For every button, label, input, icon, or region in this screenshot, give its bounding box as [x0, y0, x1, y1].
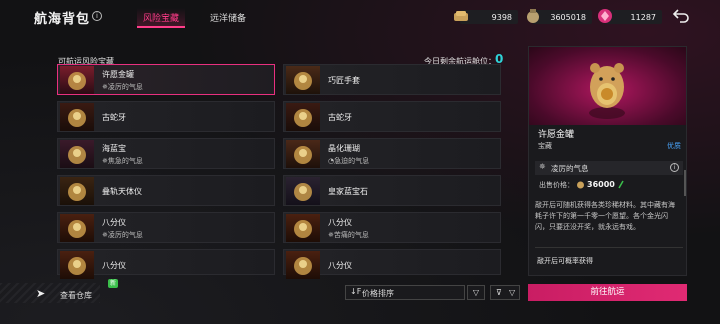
item-name: 八分仪: [328, 261, 352, 270]
item-name: 八分仪: [102, 218, 126, 227]
sort-label: 价格排序: [362, 289, 394, 298]
filter-dropdown-icon: ▽: [509, 288, 516, 297]
item-name: 巧匠手套: [328, 76, 360, 85]
tab-risk-treasure[interactable]: 风险宝藏: [136, 8, 186, 28]
gold-bar-icon: [454, 11, 468, 21]
detail-description: 敲开后可随机获得各类珍稀材料。其中藏有海耗子许下的第一千零一个愿望。各个金光闪闪…: [535, 201, 675, 231]
item-thumbnail: [60, 214, 94, 242]
item-thumbnail: [60, 177, 94, 205]
item-thumbnail: [60, 251, 94, 279]
item-thumbnail: [286, 177, 320, 205]
divider: [535, 247, 683, 248]
back-icon[interactable]: [672, 8, 690, 24]
item-thumbnail: [286, 251, 320, 279]
info-icon[interactable]: i: [92, 11, 102, 21]
item-card[interactable]: 八分仪 ✵苦痛的气息: [283, 212, 501, 243]
detail-rarity: 优质: [667, 142, 681, 150]
item-aura: ✵凌厉的气息: [102, 231, 143, 239]
item-name: 许愿金罐: [102, 70, 134, 79]
source-title: 敲开后可概率获得: [537, 257, 593, 265]
item-name: 八分仪: [328, 218, 352, 227]
item-aura: ◔急迫的气息: [328, 157, 370, 165]
item-card[interactable]: 叠轨天体仪: [57, 175, 275, 206]
item-thumbnail: [286, 140, 320, 168]
item-card[interactable]: 八分仪: [283, 249, 501, 279]
aura-text: 凌厉的气息: [551, 164, 589, 173]
sort-icon: ↓F: [350, 287, 362, 296]
aura-row: ✵ 凌厉的气息 i: [535, 161, 683, 175]
item-name: 古蛇牙: [328, 113, 352, 122]
item-thumbnail: [286, 214, 320, 242]
item-thumbnail: [286, 66, 320, 94]
filter-icon: ⊽: [496, 288, 502, 297]
item-thumbnail: [60, 103, 94, 131]
arrow-right-icon[interactable]: ➤: [36, 287, 45, 300]
item-thumbnail: [60, 66, 94, 94]
currency-gem: 11287: [598, 9, 662, 24]
item-card[interactable]: 晶化珊瑚 ◔急迫的气息: [283, 138, 501, 169]
item-card[interactable]: 许愿金罐 ✵凌厉的气息: [57, 64, 275, 95]
pink-gem-icon: [598, 9, 612, 23]
sort-dropdown-icon[interactable]: ▽: [467, 285, 485, 300]
item-card[interactable]: 古蛇牙: [283, 101, 501, 132]
sort-select[interactable]: ↓F 价格排序: [345, 285, 465, 300]
item-thumbnail: [286, 103, 320, 131]
green-arrow-icon: [618, 180, 624, 189]
new-badge: 新: [108, 279, 118, 288]
filter-button[interactable]: ⊽ ▽: [490, 285, 520, 300]
item-card[interactable]: 八分仪: [57, 249, 275, 279]
item-name: 叠轨天体仪: [102, 187, 142, 196]
item-name: 古蛇牙: [102, 113, 126, 122]
item-aura: ✵凌厉的气息: [102, 83, 143, 91]
currency-gem-value: 11287: [630, 12, 656, 22]
item-card[interactable]: 古蛇牙: [57, 101, 275, 132]
detail-type: 宝藏: [538, 142, 552, 150]
view-warehouse-button[interactable]: 查看仓库: [60, 290, 92, 301]
item-card[interactable]: 巧匠手套: [283, 64, 501, 95]
page-title: 航海背包: [34, 12, 91, 27]
detail-image: [529, 47, 686, 125]
item-aura: ✵焦急的气息: [102, 157, 143, 165]
currency-gold: 9398: [454, 10, 518, 24]
currency-coin-value: 3605018: [550, 12, 586, 22]
item-aura: ✵苦痛的气息: [328, 231, 369, 239]
tab-ocean-reserve[interactable]: 远洋储备: [210, 11, 246, 24]
price-label: 出售价格：: [539, 181, 574, 189]
detail-scrollbar[interactable]: [684, 170, 686, 196]
currency-coin: 3605018: [527, 9, 592, 24]
detail-panel: 许愿金罐 宝藏 优质 ✵ 凌厉的气息 i 出售价格： 36000 敲开后可随机获…: [528, 46, 687, 276]
price-value: 36000: [587, 180, 615, 189]
item-name: 海蓝宝: [102, 144, 126, 153]
currency-gold-value: 9398: [491, 12, 512, 22]
aura-icon: ✵: [539, 162, 546, 171]
item-name: 八分仪: [102, 261, 126, 270]
go-shipping-button[interactable]: 前往航运: [528, 284, 687, 301]
item-thumbnail: [60, 140, 94, 168]
item-name: 皇家蓝宝石: [328, 187, 368, 196]
coin-icon: [577, 181, 584, 189]
item-name: 晶化珊瑚: [328, 144, 360, 153]
coin-bag-icon: [527, 9, 539, 23]
item-card[interactable]: 八分仪 ✵凌厉的气息: [57, 212, 275, 243]
detail-name: 许愿金罐: [538, 130, 575, 140]
hamster-jar-icon: [589, 63, 625, 119]
item-card[interactable]: 皇家蓝宝石: [283, 175, 501, 206]
item-card[interactable]: 海蓝宝 ✵焦急的气息: [57, 138, 275, 169]
aura-info-icon[interactable]: i: [670, 163, 679, 172]
